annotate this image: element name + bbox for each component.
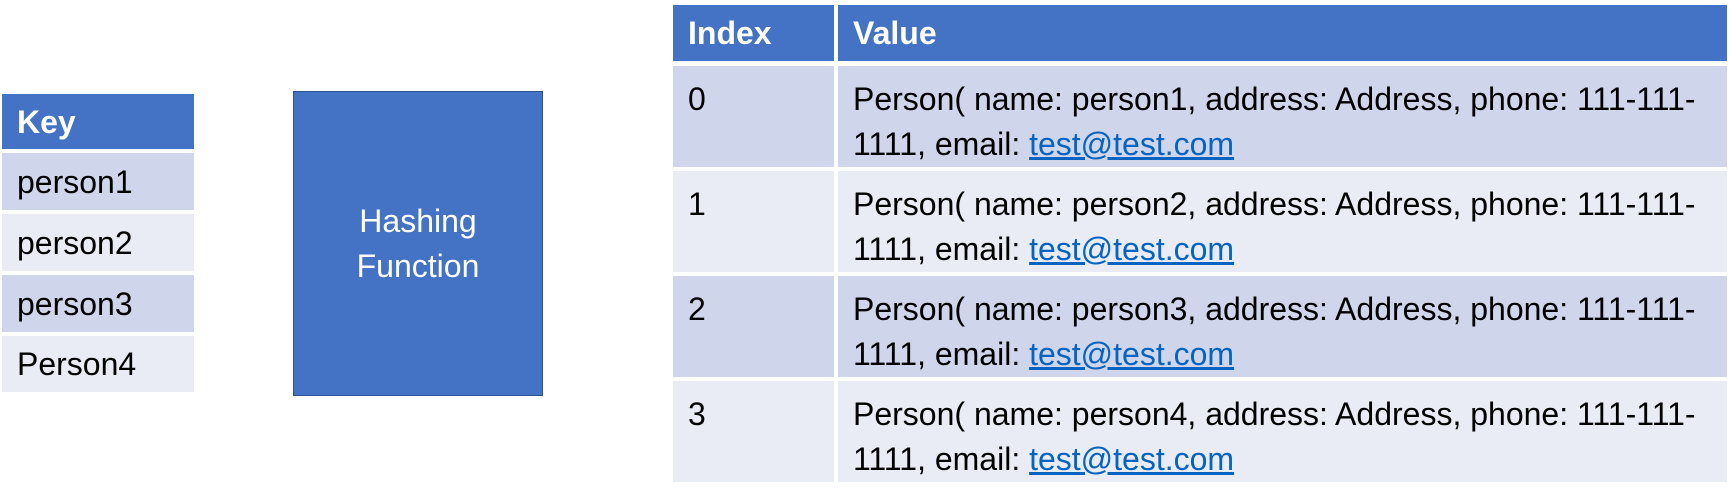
key-row: Person4 (2, 336, 194, 392)
value-text: Person( name: person4, address: Address,… (853, 396, 1696, 477)
value-text: Person( name: person2, address: Address,… (853, 186, 1696, 267)
hash-table-row: 2 Person( name: person3, address: Addres… (673, 276, 1727, 381)
value-cell: Person( name: person1, address: Address,… (838, 66, 1727, 171)
hash-table-header-row: Index Value (673, 5, 1727, 66)
key-table: Key person1 person2 person3 Person4 (2, 94, 194, 392)
hash-table-row: 3 Person( name: person4, address: Addres… (673, 381, 1727, 482)
email-link[interactable]: test@test.com (1029, 126, 1234, 162)
value-text: Person( name: person3, address: Address,… (853, 291, 1696, 372)
hashing-function-label: Hashing Function (356, 202, 480, 284)
key-row: person1 (2, 153, 194, 214)
email-link[interactable]: test@test.com (1029, 336, 1234, 372)
index-cell: 1 (673, 171, 838, 276)
index-cell: 3 (673, 381, 838, 482)
index-header: Index (673, 5, 838, 66)
key-cell: person2 (2, 214, 194, 275)
key-row: person3 (2, 275, 194, 336)
value-cell: Person( name: person2, address: Address,… (838, 171, 1727, 276)
value-cell: Person( name: person4, address: Address,… (838, 381, 1727, 482)
value-text: Person( name: person1, address: Address,… (853, 81, 1696, 162)
hash-table: Index Value 0 Person( name: person1, add… (673, 5, 1727, 482)
index-cell: 2 (673, 276, 838, 381)
email-link[interactable]: test@test.com (1029, 231, 1234, 267)
index-cell: 0 (673, 66, 838, 171)
value-header: Value (838, 5, 1727, 66)
key-cell: Person4 (2, 336, 194, 392)
email-link[interactable]: test@test.com (1029, 441, 1234, 477)
hash-table-row: 0 Person( name: person1, address: Addres… (673, 66, 1727, 171)
key-header-row: Key (2, 94, 194, 153)
key-row: person2 (2, 214, 194, 275)
hash-table-row: 1 Person( name: person2, address: Addres… (673, 171, 1727, 276)
key-cell: person1 (2, 153, 194, 214)
value-cell: Person( name: person3, address: Address,… (838, 276, 1727, 381)
hashing-function-box: Hashing Function (293, 91, 543, 396)
key-header: Key (2, 94, 194, 153)
key-cell: person3 (2, 275, 194, 336)
